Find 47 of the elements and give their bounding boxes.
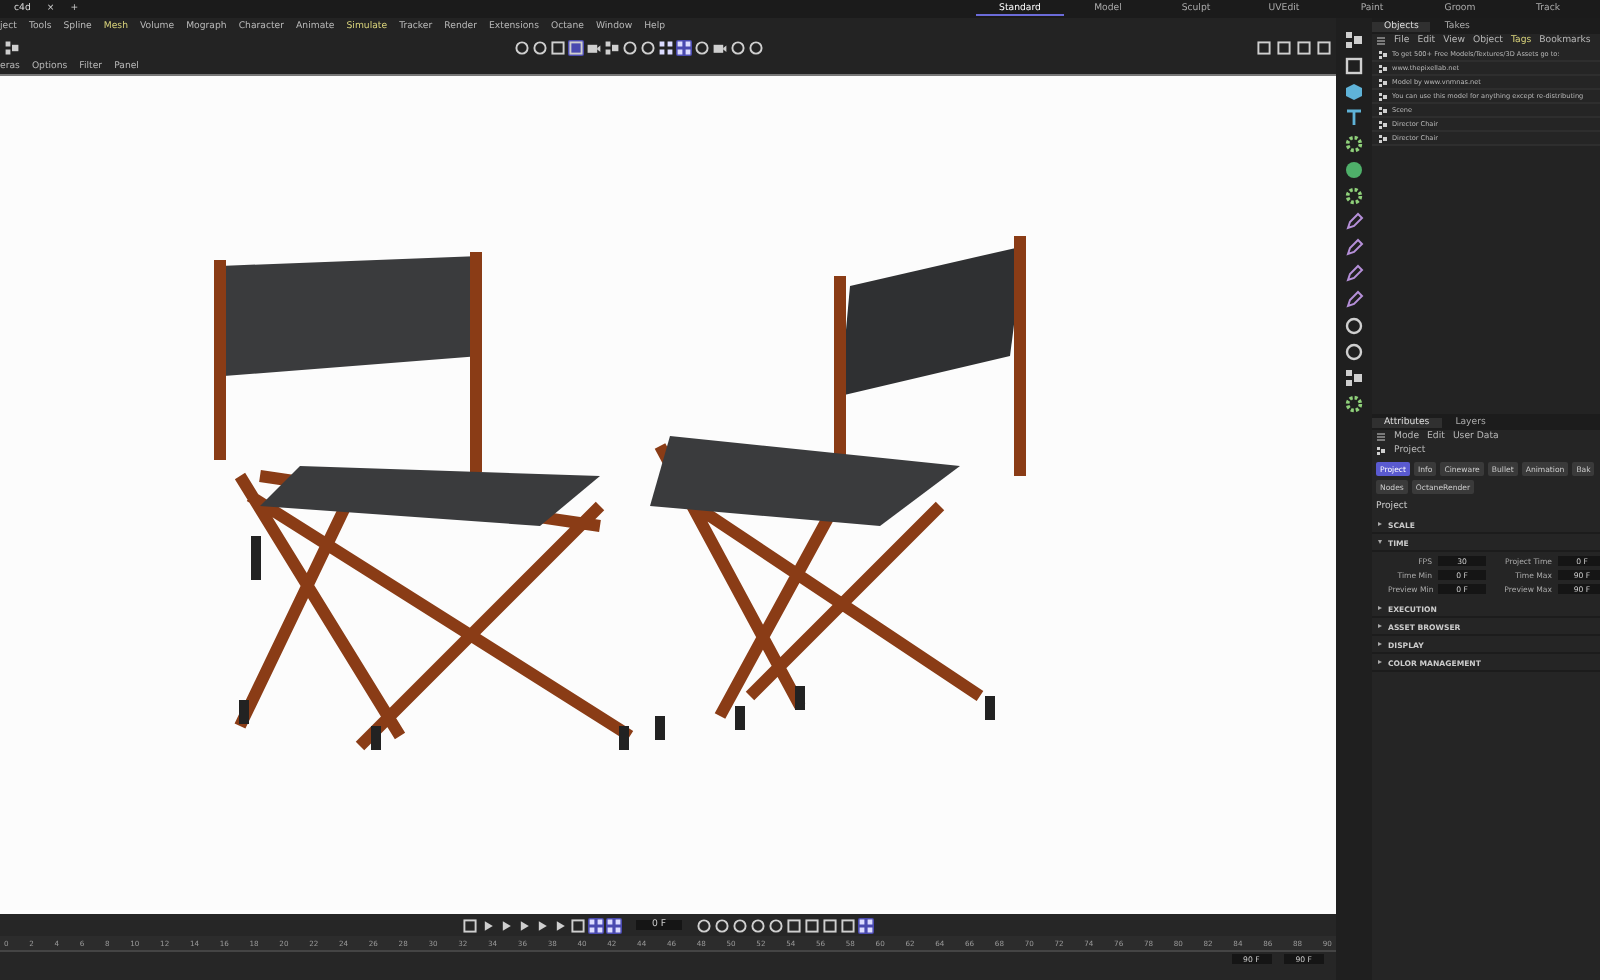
camera-icon[interactable]: [585, 40, 601, 56]
square-icon[interactable]: [549, 40, 565, 56]
node-icon[interactable]: [1376, 446, 1386, 456]
grid-icon[interactable]: [587, 917, 604, 933]
square-icon[interactable]: [1296, 40, 1312, 56]
square-icon[interactable]: [461, 917, 478, 933]
circle-icon[interactable]: [693, 40, 709, 56]
circle-icon[interactable]: [513, 40, 529, 56]
square-icon[interactable]: [786, 917, 803, 933]
grid-icon[interactable]: [675, 40, 691, 56]
circle-icon[interactable]: [732, 917, 749, 933]
grid-icon[interactable]: [605, 917, 622, 933]
gear-icon[interactable]: [1344, 186, 1364, 206]
menu-icon[interactable]: [1376, 432, 1386, 442]
camera-icon[interactable]: [711, 40, 727, 56]
node-icon[interactable]: [4, 40, 20, 56]
circle-icon[interactable]: [696, 917, 713, 933]
menu-icon[interactable]: [1376, 36, 1386, 46]
node-icon[interactable]: [1344, 368, 1364, 388]
grid-icon[interactable]: [657, 40, 673, 56]
circle-icon[interactable]: [714, 917, 731, 933]
square-icon[interactable]: [1276, 40, 1292, 56]
square-icon[interactable]: [804, 917, 821, 933]
circle-icon[interactable]: [747, 40, 763, 56]
square-icon[interactable]: [567, 40, 583, 56]
square-icon[interactable]: [569, 917, 586, 933]
circle-icon[interactable]: [750, 917, 767, 933]
circle-icon[interactable]: [1344, 316, 1364, 336]
square-icon[interactable]: [1344, 56, 1364, 76]
gear-icon[interactable]: [1344, 134, 1364, 154]
circle-icon[interactable]: [768, 917, 785, 933]
square-icon[interactable]: [840, 917, 857, 933]
node-icon[interactable]: [603, 40, 619, 56]
circle-icon[interactable]: [621, 40, 637, 56]
circle-icon[interactable]: [531, 40, 547, 56]
cube-icon[interactable]: [1344, 82, 1364, 102]
gear-icon[interactable]: [1344, 394, 1364, 414]
circle-icon[interactable]: [729, 40, 745, 56]
circle-icon[interactable]: [639, 40, 655, 56]
square-icon[interactable]: [1256, 40, 1272, 56]
grid-icon[interactable]: [858, 917, 875, 933]
sphere-icon[interactable]: [1344, 160, 1364, 180]
square-icon[interactable]: [1316, 40, 1332, 56]
tee-icon[interactable]: [1344, 108, 1364, 128]
square-icon[interactable]: [822, 917, 839, 933]
node-icon[interactable]: [1344, 30, 1364, 50]
circle-icon[interactable]: [1344, 342, 1364, 362]
